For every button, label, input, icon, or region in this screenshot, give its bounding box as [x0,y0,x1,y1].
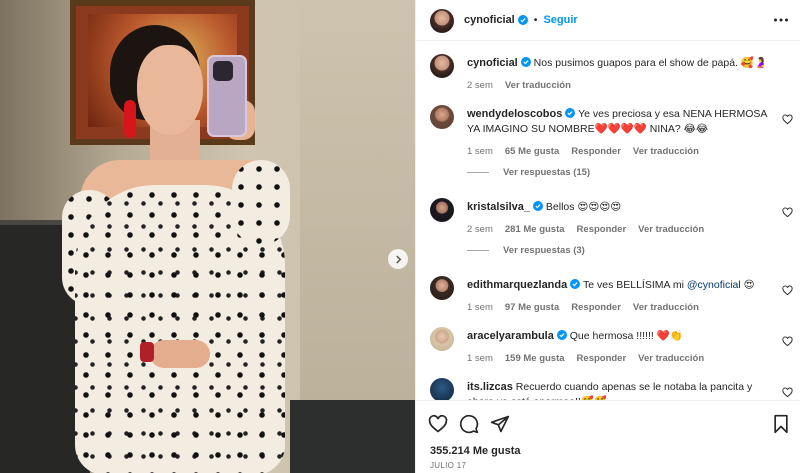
comment-likes-count[interactable]: 65 Me gusta [505,144,559,159]
heart-icon[interactable] [782,387,793,398]
post-sidebar: cynoficial • Seguir cynoficial Nos pusim… [415,0,800,473]
author-avatar[interactable] [430,54,454,78]
author-avatar[interactable] [430,9,454,33]
photo-bracelet [140,342,154,362]
save-bookmark-icon[interactable] [771,414,791,434]
commenter-avatar[interactable] [430,105,454,129]
author-username[interactable]: cynoficial [464,14,515,26]
comment-text: Que hermosa !!!!!! ❤️👏 [569,330,683,342]
reply-button[interactable]: Responder [577,222,627,237]
commenter-username[interactable]: aracelyarambula [467,330,554,342]
translate-link[interactable]: Ver traducción [633,300,699,315]
comment-meta: 2 sem 281 Me gusta Responder Ver traducc… [467,222,772,237]
commenter-username[interactable]: its.lizcas [467,381,513,393]
heart-icon[interactable] [782,114,793,125]
view-replies-button[interactable]: Ver respuestas (3) [467,245,585,256]
photo-earring [124,100,136,138]
view-replies-button[interactable]: Ver respuestas (15) [467,167,590,178]
comment-likes-count[interactable]: 97 Me gusta [505,300,559,315]
translate-link[interactable]: Ver traducción [638,351,704,366]
mention-link[interactable]: @cynoficial [687,279,741,291]
comments-list[interactable]: cynoficial Nos pusimos guapos para el sh… [416,42,800,400]
commenter-avatar[interactable] [430,198,454,222]
comment-time: 1 sem [467,302,493,313]
caption-username[interactable]: cynoficial [467,57,518,69]
comment-meta: 1 sem 159 Me gusta Responder Ver traducc… [467,351,772,366]
heart-icon[interactable] [782,285,793,296]
post-header: cynoficial • Seguir [416,0,800,41]
comment-icon[interactable] [459,414,479,434]
commenter-avatar[interactable] [430,276,454,300]
post-date: JULIO 17 [430,461,467,470]
separator-dot: • [533,14,538,26]
post-photo[interactable] [0,0,415,473]
caption-time: 2 sem [467,80,493,91]
translate-link[interactable]: Ver traducción [638,222,704,237]
comment-time: 2 sem [467,224,493,235]
post-actions-bar: 355.214 Me gusta JULIO 17 [416,400,800,473]
comment-likes-count[interactable]: 159 Me gusta [505,351,565,366]
follow-button[interactable]: Seguir [543,14,577,26]
author-line: cynoficial • Seguir [464,14,578,26]
more-options-icon[interactable] [773,12,789,28]
verified-badge-icon [556,330,567,340]
caption-text: Nos pusimos guapos para el show de papá.… [533,57,768,69]
caption-meta: 2 sem Ver traducción [467,78,772,93]
comment-time: 1 sem [467,353,493,364]
commenter-avatar[interactable] [430,378,454,400]
verified-badge-icon [570,279,581,289]
caption-translate-link[interactable]: Ver traducción [505,78,571,93]
photo-face [137,45,203,135]
comment-meta: 1 sem 65 Me gusta Responder Ver traducci… [467,144,772,159]
commenter-username[interactable]: kristalsilva_ [467,201,530,213]
share-icon[interactable] [490,414,510,434]
photo-belly-hand [150,340,210,368]
commenter-username[interactable]: wendydeloscobos [467,108,562,120]
comment-text: Te ves BELLÍSIMA mi [582,279,687,291]
view-replies-label: Ver respuestas (3) [503,245,585,256]
comment-text-end: 😍 [740,279,755,291]
photo-phone [207,55,247,137]
translate-link[interactable]: Ver traducción [633,144,699,159]
commenter-avatar[interactable] [430,327,454,351]
heart-icon[interactable] [782,336,793,347]
carousel-next-icon[interactable] [388,249,408,269]
photo-floor [290,400,415,473]
verified-badge-icon [533,201,543,211]
verified-badge-icon [520,57,531,67]
comment-time: 1 sem [467,146,493,157]
verified-badge-icon [565,108,576,118]
reply-button[interactable]: Responder [577,351,627,366]
view-replies-label: Ver respuestas (15) [503,167,591,178]
likes-count[interactable]: 355.214 Me gusta [430,445,521,457]
photo-sleeve-right [232,160,290,245]
comment-text: Bellos 😍😍😍😍 [545,201,622,213]
commenter-username[interactable]: edithmarquezlanda [467,279,567,291]
reply-button[interactable]: Responder [571,144,621,159]
comment-likes-count[interactable]: 281 Me gusta [505,222,565,237]
heart-icon[interactable] [428,414,448,434]
verified-badge-icon [517,15,528,25]
heart-icon[interactable] [782,207,793,218]
comment-meta: 1 sem 97 Me gusta Responder Ver traducci… [467,300,772,315]
reply-button[interactable]: Responder [571,300,621,315]
